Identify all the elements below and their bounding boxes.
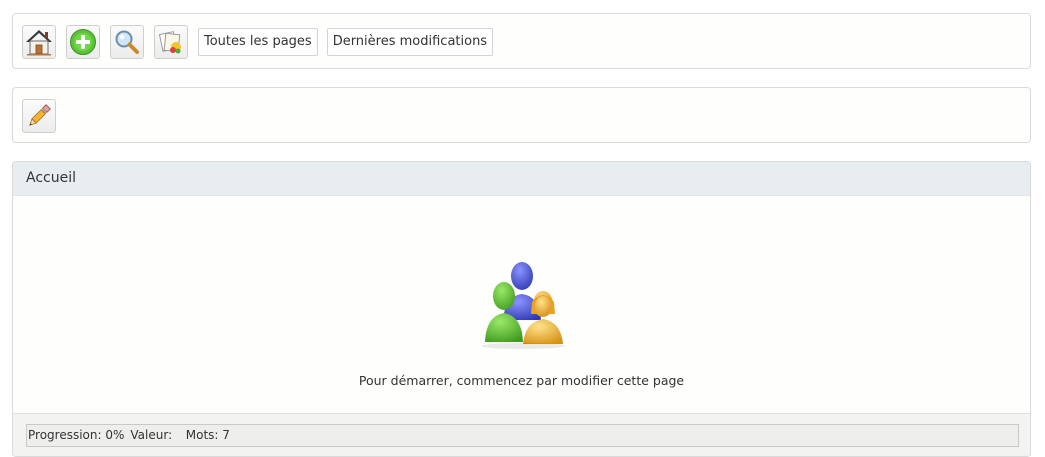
page-panel: Accueil Pour démarrer, commencez par mod… bbox=[12, 161, 1031, 457]
pages-icon bbox=[158, 31, 181, 54]
word-count-status: Mots: 7 bbox=[185, 428, 230, 442]
edit-button[interactable] bbox=[22, 99, 56, 133]
recent-changes-button[interactable]: Dernières modifications bbox=[326, 28, 494, 56]
pages-button[interactable] bbox=[154, 25, 188, 59]
people-icon bbox=[481, 262, 565, 349]
search-icon bbox=[115, 30, 139, 54]
page-header: Accueil bbox=[13, 162, 1030, 196]
start-hint-text: Pour démarrer, commencez par modifier ce… bbox=[358, 373, 685, 388]
search-button[interactable] bbox=[110, 25, 144, 59]
status-bar: Progression: 0% Valeur: Mots: 7 bbox=[26, 424, 1019, 447]
main-toolbar: Toutes les pages Dernières modifications bbox=[12, 13, 1031, 69]
main-toolbar-row: Toutes les pages Dernières modifications bbox=[22, 24, 502, 60]
all-pages-button[interactable]: Toutes les pages bbox=[198, 28, 318, 56]
value-status: Valeur: bbox=[130, 428, 173, 442]
pencil-icon bbox=[29, 104, 51, 126]
progress-status: Progression: 0% bbox=[28, 428, 125, 442]
home-icon bbox=[26, 30, 52, 56]
page-footer: Progression: 0% Valeur: Mots: 7 bbox=[13, 413, 1030, 456]
page-title: Accueil bbox=[26, 170, 76, 186]
add-page-button[interactable] bbox=[66, 25, 100, 59]
add-icon bbox=[70, 29, 96, 55]
home-button[interactable] bbox=[22, 25, 56, 59]
edit-toolbar-row bbox=[22, 98, 66, 134]
edit-toolbar bbox=[12, 87, 1031, 143]
